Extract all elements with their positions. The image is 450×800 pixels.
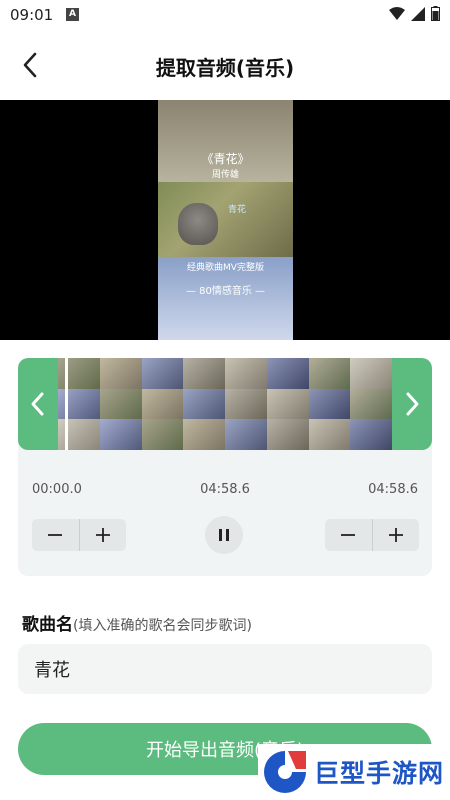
- song-name-hint: (填入准确的歌名会同步歌词): [73, 618, 252, 634]
- timeline-thumbnail: [225, 358, 267, 389]
- timeline-thumbnail: [225, 419, 267, 450]
- timeline-thumbnail: [183, 388, 225, 420]
- watermark-text: 巨型手游网: [314, 759, 445, 788]
- wifi-icon: [389, 6, 405, 20]
- timeline-thumbnail: [266, 388, 309, 420]
- pause-icon: [219, 529, 229, 541]
- minus-icon: [341, 534, 356, 536]
- timeline-thumbnail: [266, 419, 309, 450]
- trim-start-handle[interactable]: [18, 358, 58, 450]
- video-song-title: 《青花》: [201, 152, 250, 166]
- end-time-stepper: [325, 519, 419, 551]
- page-title: 提取音频(音乐): [155, 56, 295, 80]
- timeline-thumbnail: [141, 358, 184, 389]
- timeline-thumbnail: [350, 358, 392, 389]
- battery-icon: [431, 6, 440, 21]
- timeline-thumbnail: [99, 388, 142, 420]
- status-bar: 09:01 A: [0, 0, 450, 32]
- timeline-thumbnail: [350, 419, 392, 450]
- song-name-title: 歌曲名: [22, 615, 73, 635]
- song-name-input[interactable]: [18, 644, 432, 694]
- start-increase-button[interactable]: [79, 519, 126, 551]
- start-decrease-button[interactable]: [32, 519, 79, 551]
- signal-icon: [411, 6, 425, 21]
- timeline-thumbnail: [183, 358, 225, 389]
- time-readout: 00:00.0 04:58.6 04:58.6: [18, 482, 432, 502]
- song-name-label: 歌曲名(填入准确的歌名会同步歌词): [22, 610, 252, 635]
- timeline-thumbnail: [99, 358, 142, 389]
- status-icons: [389, 6, 440, 21]
- end-time: 04:58.6: [368, 482, 418, 497]
- video-artist: 周传雄: [211, 170, 239, 180]
- timeline-thumbnail: [141, 419, 184, 450]
- site-logo-icon: [264, 751, 306, 793]
- timeline-thumbnail: [308, 419, 351, 450]
- plus-icon: [95, 528, 110, 542]
- video-subcaption: — 80情感音乐 —: [185, 286, 266, 297]
- top-bar: 提取音频(音乐): [0, 40, 450, 92]
- pause-button[interactable]: [205, 516, 243, 554]
- notification-icon: A: [66, 8, 79, 21]
- minus-icon: [48, 534, 63, 536]
- video-frame: 《青花》 周传雄 青花 经典歌曲MV完整版 — 80情感音乐 —: [158, 100, 293, 340]
- end-decrease-button[interactable]: [325, 519, 372, 551]
- timeline-thumbnail: [308, 358, 351, 389]
- site-watermark: 巨型手游网: [258, 744, 446, 800]
- thumbnail-grid: [58, 358, 392, 450]
- timeline-thumbnail: [99, 419, 142, 450]
- timeline-thumbnail: [308, 388, 351, 420]
- end-increase-button[interactable]: [372, 519, 419, 551]
- thumbnail-strip[interactable]: [18, 358, 432, 450]
- video-center-text: 青花: [228, 205, 247, 215]
- timeline-thumbnail: [225, 388, 267, 420]
- timeline-thumbnail: [350, 388, 392, 420]
- video-caption: 经典歌曲MV完整版: [187, 263, 264, 273]
- video-player[interactable]: 《青花》 周传雄 青花 经典歌曲MV完整版 — 80情感音乐 —: [0, 100, 450, 340]
- status-time: 09:01: [10, 6, 54, 24]
- playhead-handle[interactable]: [65, 358, 68, 450]
- chevron-left-icon: [31, 392, 44, 416]
- timeline-thumbnail: [266, 358, 309, 389]
- timeline-thumbnail: [183, 419, 225, 450]
- chevron-right-icon: [406, 392, 419, 416]
- plus-icon: [388, 528, 403, 542]
- video-cat-image: [178, 203, 218, 245]
- trim-end-handle[interactable]: [392, 358, 432, 450]
- start-time-stepper: [32, 519, 126, 551]
- timeline-thumbnail: [141, 388, 184, 420]
